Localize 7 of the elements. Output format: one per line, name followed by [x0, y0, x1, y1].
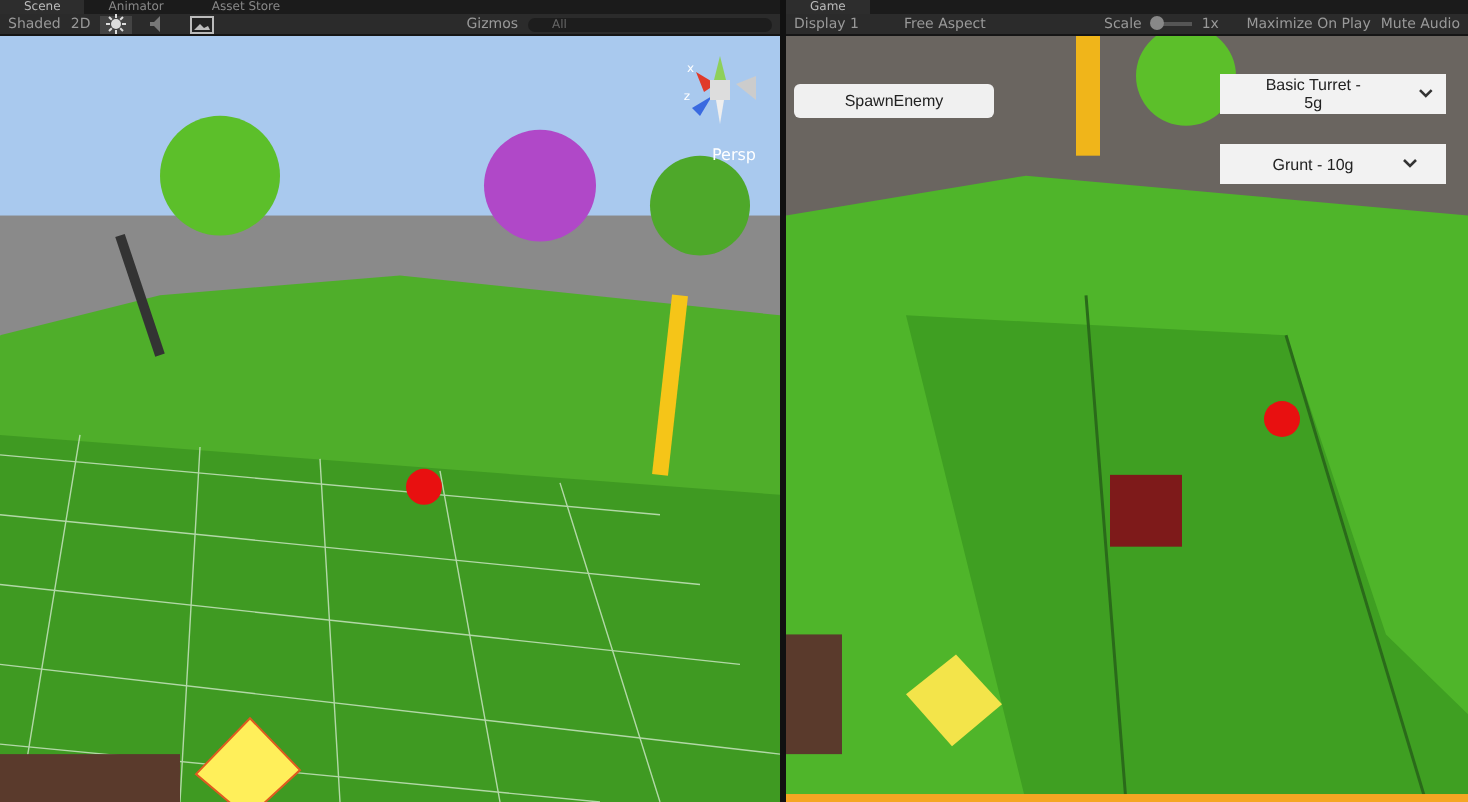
chevron-icon — [1401, 158, 1418, 170]
spawn-enemy-button[interactable]: SpawnEnemy — [794, 84, 994, 118]
unit-dropdown[interactable]: Grunt - 10g — [1220, 144, 1446, 184]
chevron-icon — [1418, 88, 1434, 100]
unit-dropdown[interactable]: Basic Turret - 5g — [1220, 74, 1446, 114]
scale-slider-thumb[interactable] — [1149, 16, 1164, 30]
sun-icon[interactable] — [100, 15, 133, 33]
